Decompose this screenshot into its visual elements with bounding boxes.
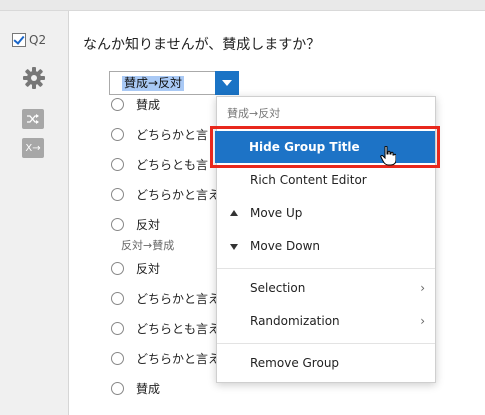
radio-button[interactable] bbox=[111, 218, 124, 231]
choice-item[interactable]: 反対 bbox=[111, 260, 160, 277]
radio-button[interactable] bbox=[111, 158, 124, 171]
radio-button[interactable] bbox=[111, 262, 124, 275]
chevron-right-icon: › bbox=[420, 314, 425, 328]
choice-label: 賛成 bbox=[136, 98, 161, 112]
gear-icon[interactable] bbox=[22, 66, 46, 90]
choice-item[interactable]: どちらかと言え bbox=[111, 186, 220, 203]
radio-button[interactable] bbox=[111, 382, 124, 395]
choice-item[interactable]: 反対 bbox=[111, 216, 160, 233]
choice-label: どちらかと言え bbox=[136, 292, 221, 306]
question-header: Q2 bbox=[12, 33, 46, 47]
choice-item[interactable]: どちらとも言 bbox=[111, 156, 208, 173]
radio-button[interactable] bbox=[111, 188, 124, 201]
menu-item-label: Randomization bbox=[250, 314, 340, 328]
choice-item[interactable]: どちらかと言え bbox=[111, 350, 220, 367]
shuffle-icon[interactable] bbox=[22, 109, 44, 129]
menu-header: 賛成→反対 bbox=[227, 107, 281, 120]
choice-group-label[interactable]: 反対→賛成 bbox=[121, 237, 174, 253]
menu-item-label: Remove Group bbox=[250, 356, 340, 370]
chevron-down-icon[interactable] bbox=[215, 71, 239, 95]
choice-group-name[interactable]: 賛成→反対 bbox=[122, 76, 185, 91]
display-logic-button[interactable]: X→ bbox=[22, 138, 44, 158]
menu-item-rich-content-editor[interactable]: Rich Content Editor bbox=[217, 164, 435, 196]
menu-divider bbox=[217, 343, 435, 344]
menu-item-remove-group[interactable]: Remove Group bbox=[217, 347, 435, 379]
top-strip bbox=[0, 0, 485, 11]
choice-item[interactable]: どちらとも言え bbox=[111, 320, 220, 337]
radio-button[interactable] bbox=[111, 352, 124, 365]
choice-item[interactable]: どちらかと言え bbox=[111, 290, 220, 307]
choice-label: どちらとも言え bbox=[136, 322, 221, 336]
choice-item[interactable]: 賛成 bbox=[111, 96, 160, 113]
radio-button[interactable] bbox=[111, 98, 124, 111]
radio-button[interactable] bbox=[111, 292, 124, 305]
choice-label: 賛成 bbox=[136, 382, 161, 396]
menu-item-randomization[interactable]: Randomization › bbox=[217, 305, 435, 337]
display-logic-label: X→ bbox=[25, 142, 41, 154]
radio-button[interactable] bbox=[111, 128, 124, 141]
menu-item-label: Rich Content Editor bbox=[250, 173, 367, 187]
menu-item-label: Move Down bbox=[250, 239, 320, 253]
menu-item-label: Selection bbox=[250, 281, 306, 295]
menu-divider bbox=[217, 268, 435, 269]
choice-item[interactable]: どちらかと言 bbox=[111, 126, 208, 143]
hand-cursor-icon bbox=[380, 146, 396, 166]
question-select-checkbox[interactable] bbox=[12, 33, 26, 47]
menu-item-selection[interactable]: Selection › bbox=[217, 272, 435, 304]
choice-label: 反対 bbox=[136, 218, 161, 232]
choice-label: どちらかと言え bbox=[136, 352, 221, 366]
question-text[interactable]: なんか知りませんが、賛成しますか？ bbox=[83, 34, 320, 54]
menu-item-move-up[interactable]: Move Up bbox=[217, 197, 435, 229]
radio-button[interactable] bbox=[111, 322, 124, 335]
triangle-up-icon bbox=[230, 210, 238, 216]
choice-label: どちらかと言 bbox=[136, 128, 209, 142]
choice-label: どちらとも言 bbox=[136, 158, 209, 172]
menu-item-move-down[interactable]: Move Down bbox=[217, 230, 435, 262]
choice-group-dropdown[interactable]: 賛成→反対 bbox=[109, 71, 239, 95]
choice-label: 反対 bbox=[136, 262, 161, 276]
question-number: Q2 bbox=[29, 33, 47, 47]
highlight-box bbox=[210, 126, 440, 168]
triangle-down-icon bbox=[230, 244, 238, 250]
choice-label: どちらかと言え bbox=[136, 188, 221, 202]
chevron-right-icon: › bbox=[420, 281, 425, 295]
menu-item-label: Move Up bbox=[250, 206, 303, 220]
choice-item[interactable]: 賛成 bbox=[111, 380, 160, 397]
